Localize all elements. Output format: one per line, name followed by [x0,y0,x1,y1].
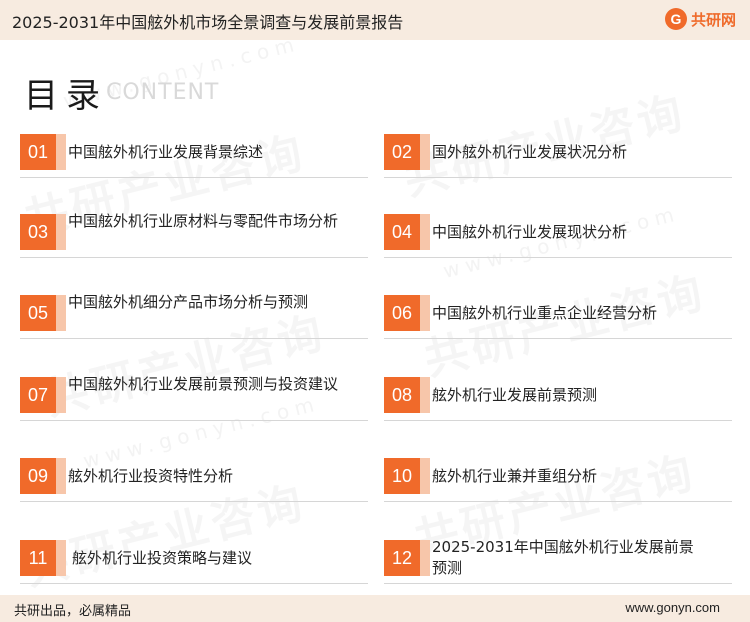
toc-item-label: 舷外机行业发展前景预测 [432,386,598,404]
toc-item-number: 08 [384,377,430,413]
toc-item-number: 02 [384,134,430,170]
report-title: 2025-2031年中国舷外机市场全景调查与发展前景报告 [12,13,404,32]
toc-item-number: 10 [384,458,430,494]
toc-item-label: 中国舷外机行业原材料与零配件市场分析 [68,212,339,230]
toc-item[interactable]: 06 中国舷外机行业重点企业经营分析 [384,285,732,339]
toc-item-label: 中国舷外机细分产品市场分析与预测 [68,293,309,311]
toc-item-number: 01 [20,134,66,170]
toc-item-number: 07 [20,377,66,413]
toc-item[interactable]: 11 舷外机行业投资策略与建议 [20,530,368,584]
toc-item-label: 舷外机行业投资策略与建议 [72,549,253,567]
toc-item-number: 12 [384,540,430,576]
toc-item[interactable]: 10 舷外机行业兼并重组分析 [384,448,732,502]
toc-item[interactable]: 01 中国舷外机行业发展背景综述 [20,124,368,178]
toc-item-label: 舷外机行业兼并重组分析 [432,467,598,485]
footer-bar: 共研出品，必属精品 www.gonyn.com [0,595,750,622]
toc-item-label: 中国舷外机行业发展背景综述 [68,143,264,161]
toc-item[interactable]: 09 舷外机行业投资特性分析 [20,448,368,502]
toc-item-label: 2025-2031年中国舷外机行业发展前景预测 [432,538,694,577]
toc-item[interactable]: 03 中国舷外机行业原材料与零配件市场分析 [20,204,368,258]
toc-item-number: 03 [20,214,66,250]
footer-url[interactable]: www.gonyn.com [625,600,720,615]
toc-item-number: 09 [20,458,66,494]
logo-g-icon: G [664,8,687,30]
toc-item-label: 中国舷外机行业重点企业经营分析 [432,304,658,322]
toc-item-label: 舷外机行业投资特性分析 [68,467,234,485]
header-bar: 2025-2031年中国舷外机市场全景调查与发展前景报告 G 共研网 [0,0,750,40]
toc-item[interactable]: 07 中国舷外机行业发展前景预测与投资建议 [20,367,368,421]
toc-subheading: CONTENT [106,80,220,105]
toc-item-number: 11 [20,540,66,576]
logo-text: 共研网 [690,10,736,29]
toc-heading: 目录 [24,76,108,116]
toc-item[interactable]: 08 舷外机行业发展前景预测 [384,367,732,421]
toc-item[interactable]: 04 中国舷外机行业发展现状分析 [384,204,732,258]
brand-logo: G 共研网 [664,8,736,30]
toc-item[interactable]: 05 中国舷外机细分产品市场分析与预测 [20,285,368,339]
toc-item-number: 05 [20,295,66,331]
toc-item-label: 国外舷外机行业发展状况分析 [432,143,628,161]
toc-item-label: 中国舷外机行业发展前景预测与投资建议 [68,375,339,393]
toc-item-number: 06 [384,295,430,331]
toc-item[interactable]: 02 国外舷外机行业发展状况分析 [384,124,732,178]
footer-slogan: 共研出品，必属精品 [14,604,132,619]
toc-item[interactable]: 12 2025-2031年中国舷外机行业发展前景预测 [384,530,732,584]
toc-item-label: 中国舷外机行业发展现状分析 [432,223,628,241]
toc-item-number: 04 [384,214,430,250]
